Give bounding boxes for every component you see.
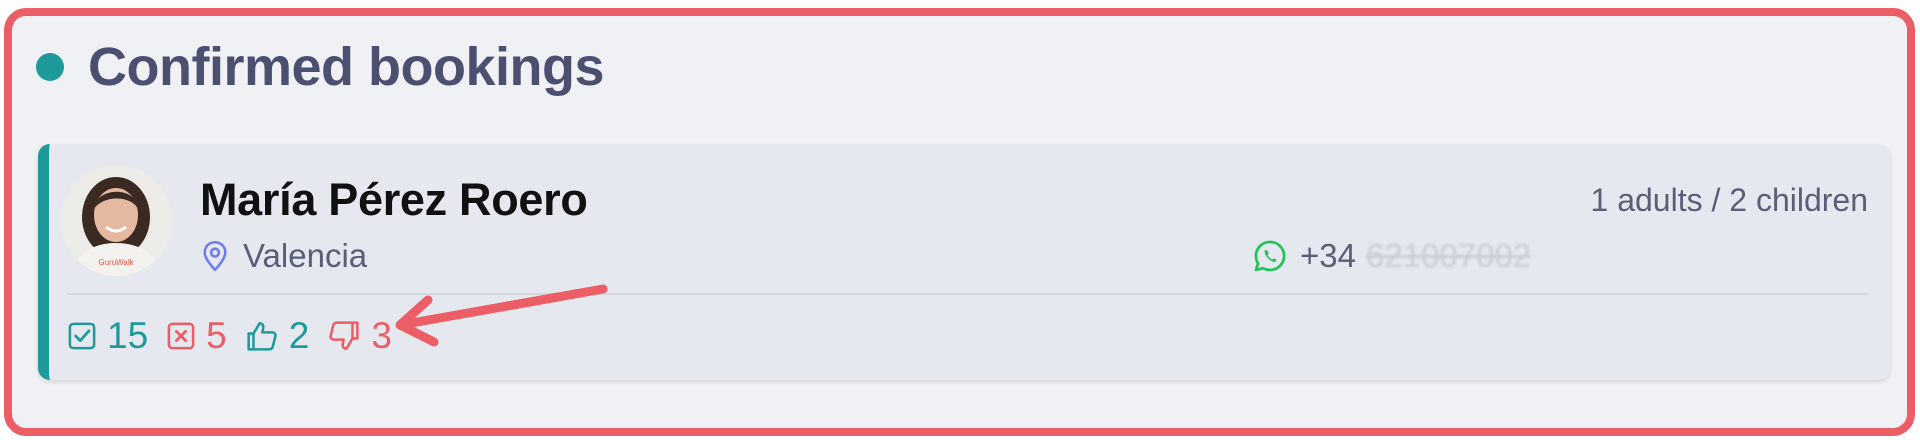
phone-prefix: +34 xyxy=(1300,237,1356,274)
map-pin-icon xyxy=(201,240,229,272)
thumbs-up-count: 2 xyxy=(288,315,310,356)
thumbs-down-icon xyxy=(327,320,361,352)
cancelled-count: 5 xyxy=(206,315,227,356)
guests-count: 1 adults / 2 children xyxy=(1590,182,1869,218)
section-header: Confirmed bookings xyxy=(36,32,605,102)
thumbs-down-count: 3 xyxy=(371,315,392,356)
avatar-photo: GuruWalk xyxy=(61,165,172,276)
checkbox-checked-icon xyxy=(67,321,97,351)
section-title: Confirmed bookings xyxy=(88,37,605,97)
status-dot xyxy=(36,53,64,81)
guest-stats: 15 5 2 3 xyxy=(67,312,410,360)
whatsapp-icon[interactable] xyxy=(1252,238,1288,274)
guest-name[interactable]: María Pérez Roero xyxy=(200,174,588,226)
avatar-caption: GuruWalk xyxy=(98,258,134,267)
location: Valencia xyxy=(201,236,367,276)
location-text: Valencia xyxy=(243,237,368,274)
completed-count: 15 xyxy=(107,315,149,356)
avatar[interactable]: GuruWalk xyxy=(61,165,172,276)
x-square-icon xyxy=(166,321,196,351)
booking-card[interactable]: GuruWalk María Pérez Roero Valencia 1 ad… xyxy=(38,144,1890,380)
phone-number-redacted: 621007002 xyxy=(1365,237,1532,274)
phone[interactable]: +34 621007002 xyxy=(1252,236,1531,276)
thumbs-up-icon xyxy=(245,320,279,352)
divider xyxy=(67,293,1868,295)
highlight-frame: Confirmed bookings GuruWalk María Pérez … xyxy=(4,8,1915,436)
